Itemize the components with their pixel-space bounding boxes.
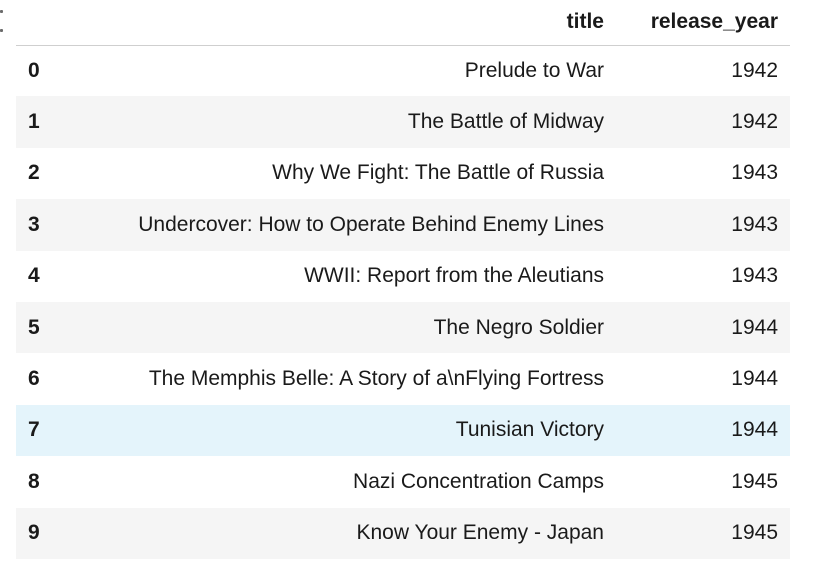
table-row: 5 The Negro Soldier 1944: [16, 301, 790, 354]
title-cell: WWII: Report from the Aleutians: [304, 264, 604, 288]
table-row: 2 Why We Fight: The Battle of Russia 194…: [16, 148, 790, 199]
row-index: 3: [28, 212, 40, 236]
table-row: 8 Nazi Concentration Camps 1945: [16, 456, 790, 507]
table-row: 4 WWII: Report from the Aleutians 1943: [16, 251, 790, 302]
release-year-cell: 1942: [731, 110, 778, 134]
title-cell: Nazi Concentration Camps: [353, 469, 604, 493]
header-row: title release_year: [16, 0, 790, 46]
release-year-cell: 1944: [731, 367, 778, 391]
title-cell: Prelude to War: [464, 58, 604, 82]
title-cell: Tunisian Victory: [455, 418, 604, 442]
title-cell: The Battle of Midway: [407, 110, 604, 134]
release-year-cell: 1942: [731, 58, 778, 82]
release-year-cell: 1943: [731, 212, 778, 236]
release-year-cell: 1943: [731, 264, 778, 288]
table-row-highlighted: 7 Tunisian Victory 1944: [16, 404, 790, 457]
row-index: 4: [28, 264, 40, 288]
handle-dot: [0, 10, 3, 13]
table-row: 6 The Memphis Belle: A Story of a\nFlyin…: [16, 353, 790, 404]
release-year-cell: 1945: [731, 521, 778, 545]
title-cell: Undercover: How to Operate Behind Enemy …: [138, 212, 604, 236]
row-index: 8: [28, 469, 40, 493]
output-collapse-handle[interactable]: [0, 10, 4, 32]
table-row: 0 Prelude to War 1942: [16, 45, 790, 96]
row-index: 7: [28, 418, 40, 442]
handle-dot: [0, 29, 3, 32]
dataframe-table: title release_year 0 Prelude to War 1942…: [16, 0, 790, 559]
table-row: 1 The Battle of Midway 1942: [16, 96, 790, 148]
title-cell: The Memphis Belle: A Story of a\nFlying …: [148, 367, 604, 391]
title-column-header: title: [64, 0, 616, 46]
release-year-cell: 1943: [731, 161, 778, 185]
table-header: title release_year: [16, 0, 790, 46]
row-index: 2: [28, 161, 40, 185]
row-index: 6: [28, 367, 40, 391]
table-row: 3 Undercover: How to Operate Behind Enem…: [16, 199, 790, 251]
release-year-cell: 1944: [731, 418, 778, 442]
row-index: 5: [28, 315, 40, 339]
row-index: 1: [28, 110, 40, 134]
release-year-column-header: release_year: [616, 0, 790, 46]
release-year-cell: 1945: [731, 469, 778, 493]
table-row: 9 Know Your Enemy - Japan 1945: [16, 507, 790, 559]
title-cell: The Negro Soldier: [433, 315, 604, 339]
row-index: 9: [28, 521, 40, 545]
table-body: 0 Prelude to War 1942 1 The Battle of Mi…: [16, 45, 790, 559]
release-year-cell: 1944: [731, 315, 778, 339]
index-header: [16, 0, 64, 46]
title-cell: Know Your Enemy - Japan: [356, 521, 605, 545]
row-index: 0: [28, 58, 40, 82]
title-cell: Why We Fight: The Battle of Russia: [272, 161, 604, 185]
